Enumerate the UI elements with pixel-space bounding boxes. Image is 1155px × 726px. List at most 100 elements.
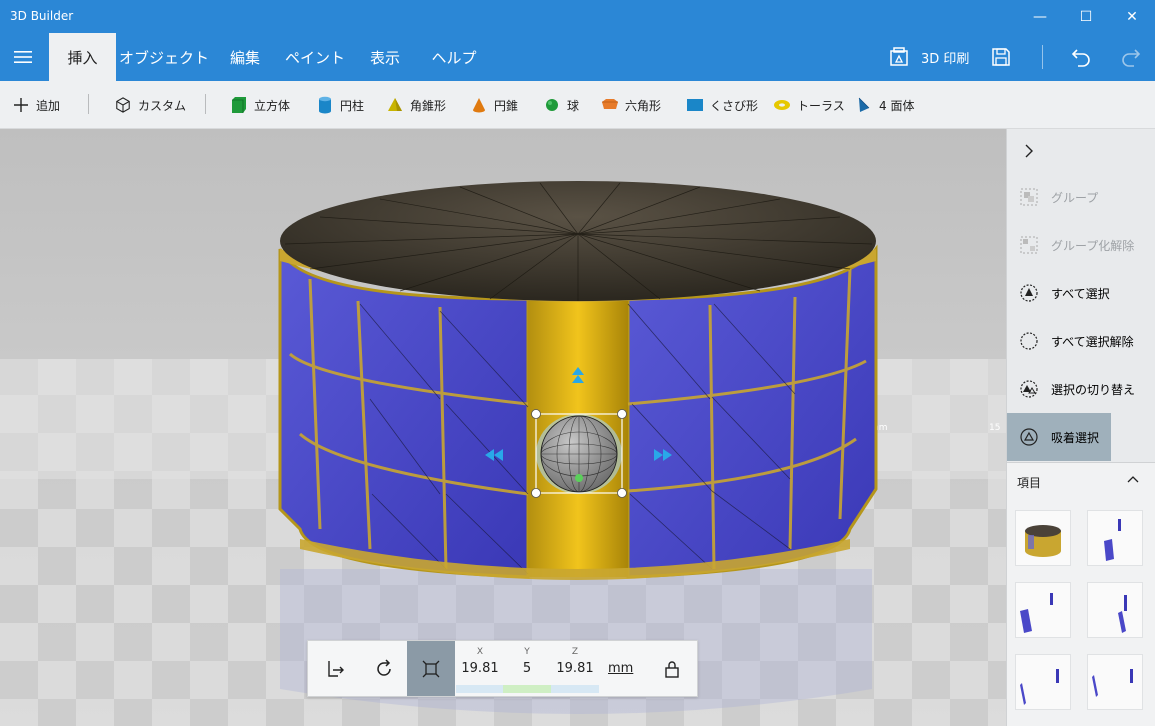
close-button[interactable]: ✕ — [1109, 0, 1155, 33]
shape-cylinder-button[interactable]: 円柱 — [316, 81, 364, 129]
torus-label: トーラス — [797, 98, 845, 113]
rotate-tool-button[interactable] — [360, 641, 408, 696]
shape-pyramid-button[interactable]: 角錐形 — [386, 81, 446, 129]
transform-toolbar: X 19.81 Y 5 Z 19.81 mm — [307, 640, 698, 697]
item-thumbnail[interactable] — [1015, 582, 1071, 638]
panel-thumbnail-icon — [1104, 519, 1121, 561]
shape-cube-button[interactable]: 立方体 — [230, 81, 290, 129]
group-button[interactable]: グループ — [1007, 173, 1111, 221]
resize-handle-top-left[interactable] — [531, 409, 541, 419]
ungroup-button[interactable]: グループ化解除 — [1007, 221, 1155, 269]
shape-wedge-button[interactable]: くさび形 — [686, 81, 758, 129]
toggle-selection-label: 選択の切り替え — [1051, 382, 1136, 397]
torus-icon — [773, 96, 791, 114]
add-label: 追加 — [36, 98, 61, 113]
scale-tool-button[interactable] — [407, 641, 455, 696]
menu-bar: 挿入 オブジェクト 編集 ペイント 表示 ヘルプ 3D 印刷 — [0, 33, 1155, 81]
move-tool-icon — [328, 660, 344, 677]
tab-insert[interactable]: 挿入 — [49, 33, 116, 81]
app-title: 3D Builder — [10, 9, 74, 23]
x-dimension-field[interactable]: X 19.81 — [454, 641, 506, 696]
tab-object-label: オブジェクト — [118, 48, 209, 67]
panel-thumbnail-icon — [1020, 593, 1053, 633]
chevron-right-icon — [1025, 144, 1033, 158]
tetrahedron-label: 4 面体 — [879, 98, 915, 113]
y-label: Y — [524, 647, 530, 657]
print-3d-label: 3D 印刷 — [921, 51, 970, 67]
items-section-header[interactable]: 項目 — [1007, 462, 1155, 498]
pyramid-icon — [386, 96, 404, 114]
collapse-panel-button[interactable] — [1017, 139, 1041, 163]
shape-hexagon-button[interactable]: 六角形 — [601, 81, 661, 129]
custom-cube-icon — [114, 96, 132, 114]
y-value: 5 — [522, 661, 532, 676]
viewport-3d[interactable]: 100 mm 15 — [0, 129, 1006, 726]
resize-handle-bottom-right[interactable] — [617, 488, 627, 498]
maximize-icon: ☐ — [1079, 8, 1093, 25]
undo-icon — [1071, 49, 1090, 67]
pyramid-label: 角錐形 — [410, 98, 447, 113]
group-icon — [1019, 187, 1039, 207]
toolbar-separator — [88, 94, 89, 114]
cylinder-label: 円柱 — [340, 98, 365, 113]
shape-tetrahedron-button[interactable]: 4 面体 — [855, 81, 914, 129]
custom-button[interactable]: カスタム — [114, 81, 186, 129]
item-thumbnail[interactable] — [1015, 654, 1071, 710]
lock-proportions-button[interactable] — [648, 641, 696, 696]
item-thumbnail[interactable] — [1087, 510, 1143, 566]
z-dimension-field[interactable]: Z 19.81 — [549, 641, 601, 696]
redo-button[interactable] — [1120, 33, 1142, 81]
deselect-all-button[interactable]: すべて選択解除 — [1007, 317, 1155, 365]
select-all-button[interactable]: すべて選択 — [1007, 269, 1155, 317]
undo-button[interactable] — [1070, 33, 1092, 81]
item-thumbnail[interactable] — [1087, 582, 1143, 638]
scene-canvas[interactable]: 100 mm 15 — [0, 129, 1006, 726]
item-thumbnail[interactable] — [1015, 510, 1071, 566]
cylinder-icon — [316, 96, 334, 114]
tab-view[interactable]: 表示 — [352, 33, 418, 81]
panel-thumbnail-icon — [1020, 669, 1059, 705]
print-3d-button[interactable]: 3D 印刷 — [888, 33, 969, 81]
shape-torus-button[interactable]: トーラス — [773, 81, 845, 129]
y-dimension-field[interactable]: Y 5 — [501, 641, 553, 696]
minimize-button[interactable]: — — [1017, 0, 1063, 33]
tab-paint[interactable]: ペイント — [278, 33, 352, 81]
z-axis-bar — [551, 685, 599, 693]
maximize-button[interactable]: ☐ — [1063, 0, 1109, 33]
toggle-selection-button[interactable]: 選択の切り替え — [1007, 365, 1155, 413]
magnet-select-button[interactable]: 吸着選択 — [1007, 413, 1111, 461]
deselect-all-label: すべて選択解除 — [1051, 334, 1134, 349]
menu-separator — [1042, 45, 1043, 69]
close-icon: ✕ — [1126, 8, 1138, 25]
z-label: Z — [571, 647, 579, 657]
hamburger-icon — [14, 51, 32, 63]
resize-handle-bottom-left[interactable] — [531, 488, 541, 498]
save-button[interactable] — [990, 33, 1012, 81]
cone-icon — [470, 96, 488, 114]
toggle-selection-icon — [1019, 379, 1039, 399]
tab-edit[interactable]: 編集 — [212, 33, 278, 81]
toolbar-separator — [205, 94, 206, 114]
tab-help[interactable]: ヘルプ — [418, 33, 490, 81]
insert-toolbar: 追加 カスタム 立方体 円柱 角錐形 円錐 球 六角形 くさび形 トーラス 4 … — [0, 81, 1155, 129]
selected-sphere-object[interactable] — [536, 414, 622, 494]
unit-selector[interactable]: mm — [608, 661, 633, 676]
ungroup-icon — [1019, 235, 1039, 255]
resize-handle-top-right[interactable] — [617, 409, 627, 419]
hamburger-menu-button[interactable] — [0, 33, 46, 81]
cube-icon — [230, 96, 248, 114]
items-section-label: 項目 — [1017, 476, 1042, 490]
items-thumbnail-grid — [1007, 498, 1155, 726]
shape-sphere-button[interactable]: 球 — [543, 81, 579, 129]
item-thumbnail[interactable] — [1087, 654, 1143, 710]
tab-object[interactable]: オブジェクト — [116, 33, 212, 81]
add-button[interactable]: 追加 — [12, 81, 60, 129]
x-label: X — [476, 647, 484, 657]
cube-label: 立方体 — [254, 98, 291, 113]
shape-cone-button[interactable]: 円錐 — [470, 81, 518, 129]
print-3d-icon — [890, 47, 908, 66]
tab-paint-label: ペイント — [284, 48, 345, 67]
panel-thumbnail-icon — [1118, 595, 1127, 633]
move-tool-button[interactable] — [312, 641, 360, 696]
x-axis-bar — [456, 685, 504, 693]
